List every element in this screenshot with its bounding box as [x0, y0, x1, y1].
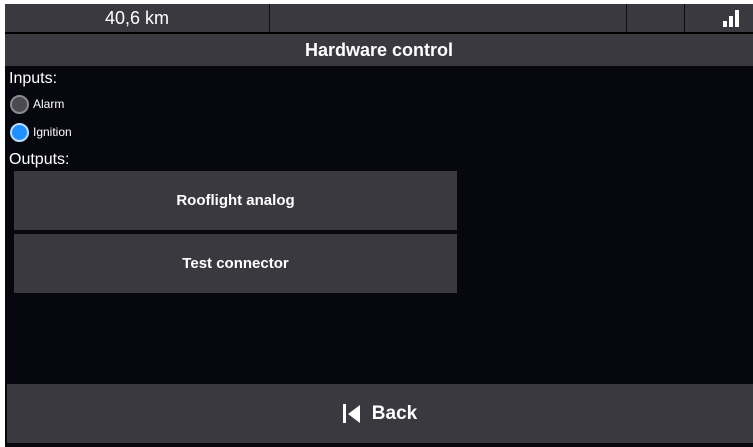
input-alarm: Alarm: [10, 93, 64, 115]
alarm-indicator: [10, 94, 29, 114]
status-cell-empty: [270, 4, 627, 32]
signal-cell: [685, 4, 753, 32]
inputs-label: Inputs:: [9, 70, 58, 87]
rooflight-analog-button[interactable]: Rooflight analog: [14, 171, 457, 230]
back-button[interactable]: Back: [7, 384, 753, 443]
alarm-label: Alarm: [33, 97, 65, 111]
status-cell-small: [627, 4, 685, 32]
test-connector-button[interactable]: Test connector: [14, 234, 457, 293]
signal-strength-icon: [723, 10, 739, 27]
outputs-label: Outputs:: [9, 151, 70, 168]
device-screen: 40,6 km Hardware control Inputs: Alarm I…: [5, 4, 753, 447]
input-ignition: Ignition: [10, 121, 72, 143]
skip-back-icon: [342, 404, 360, 424]
ignition-label: Ignition: [33, 125, 72, 139]
distance-readout: 40,6 km: [5, 4, 270, 32]
back-label: Back: [371, 402, 418, 424]
ignition-indicator: [10, 122, 29, 142]
page-title: Hardware control: [5, 34, 753, 66]
status-bar: 40,6 km: [5, 4, 753, 34]
